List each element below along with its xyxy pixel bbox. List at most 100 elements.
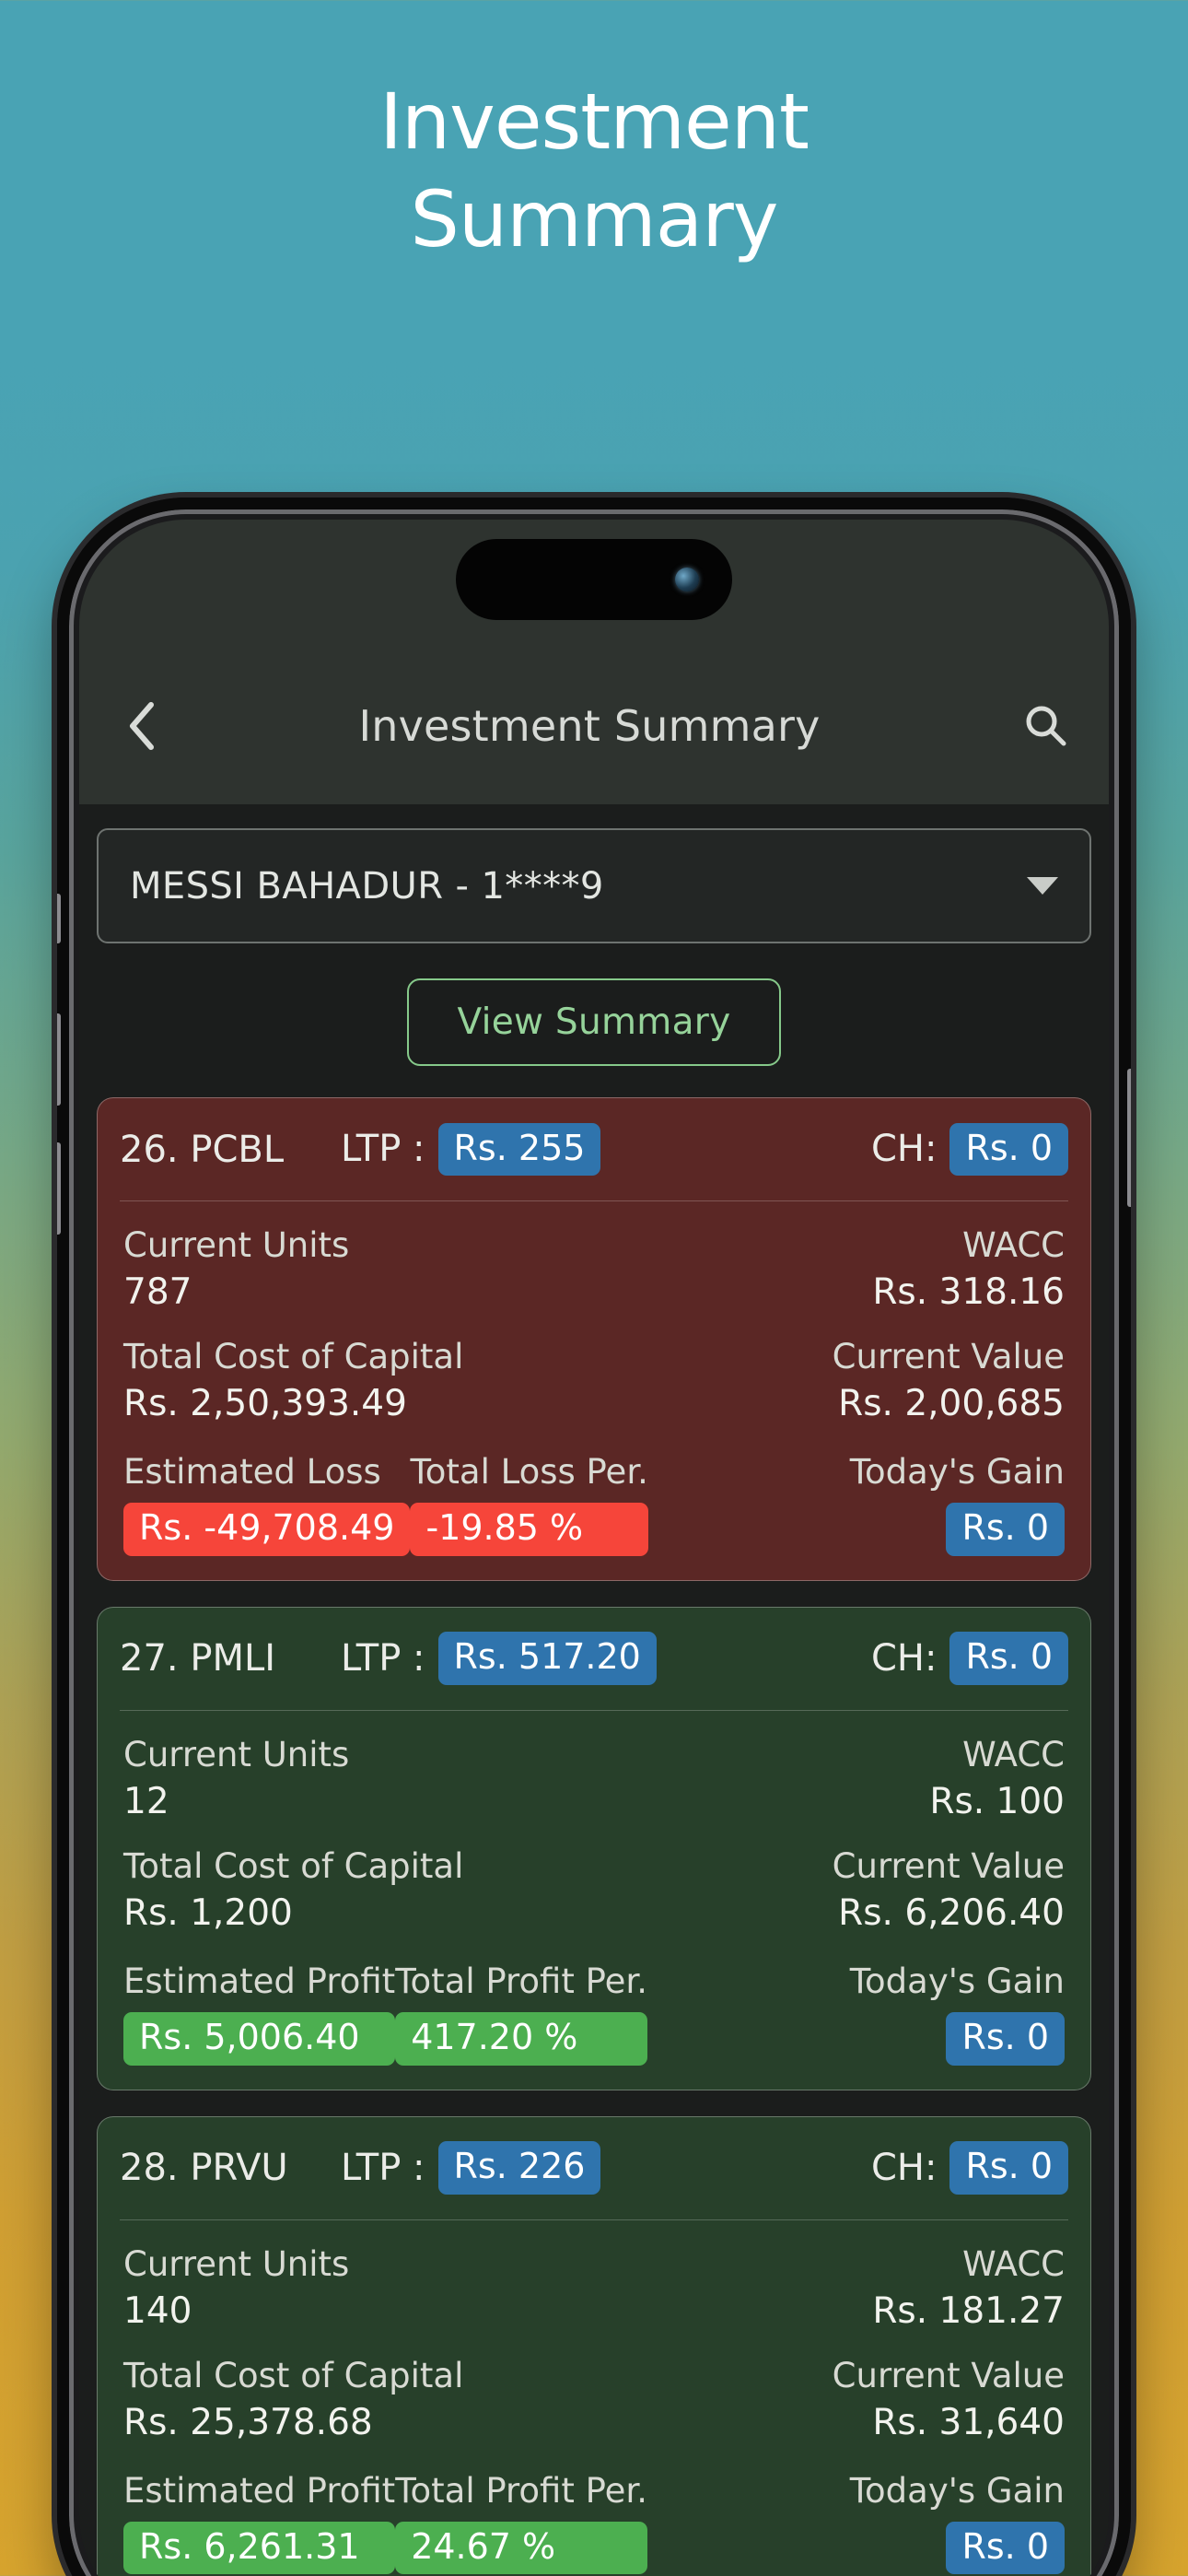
current-units-cell: Current Units 787 [123,1225,349,1313]
cost-value-row: Total Cost of Capital Rs. 25,378.68 Curr… [123,2356,1065,2443]
holding-symbol: 28. PRVU [120,2147,288,2190]
holding-card[interactable]: 27. PMLI LTP : Rs. 517.20 CH: Rs. 0 Curr… [97,1606,1091,2090]
ch-label: CH: [870,2147,938,2190]
wacc-cell: WACC Rs. 181.27 [872,2244,1065,2332]
current-units-cell: Current Units 140 [123,2244,349,2332]
volume-up-button[interactable] [57,1013,61,1106]
pl-label: Estimated Loss [123,1452,381,1492]
wacc-value: Rs. 181.27 [872,2289,1065,2332]
ltp-group: LTP : Rs. 226 [341,2141,871,2195]
pl-badge: Rs. 6,261.31 [123,2521,396,2575]
wacc-cell: WACC Rs. 318.16 [872,1225,1065,1313]
app-bar: Investment Summary [69,648,1119,804]
phone-screen: Investment Summary MESSI BAHADUR - 1****… [69,509,1119,2576]
pl-row: Estimated Profit Rs. 6,261.31 Total Prof… [123,2471,1065,2575]
pl-percent-label: Total Profit Per. [395,1961,647,2001]
wacc-value: Rs. 100 [929,1780,1065,1822]
current-units-label: Current Units [123,1225,350,1265]
chevron-down-icon [1027,877,1058,895]
current-value-label: Current Value [832,2355,1065,2395]
pl-badge: Rs. 5,006.40 [123,2011,396,2066]
view-summary-button[interactable]: View Summary [407,978,781,1066]
promo-heading-line-2: Summary [410,174,779,264]
power-button[interactable] [1127,1069,1131,1207]
pl-cell: Estimated Profit Rs. 6,261.31 [123,2471,396,2575]
holding-card-header: 26. PCBL LTP : Rs. 255 CH: Rs. 0 [120,1098,1068,1201]
total-cost-label: Total Cost of Capital [123,1337,464,1376]
ltp-group: LTP : Rs. 255 [341,1122,871,1177]
holding-symbol: 26. PCBL [120,1128,285,1171]
total-cost-value: Rs. 1,200 [123,1891,293,1934]
pl-row: Estimated Profit Rs. 5,006.40 Total Prof… [123,1961,1065,2066]
current-units-value: 12 [123,1780,169,1822]
total-cost-value: Rs. 2,50,393.49 [123,1383,407,1424]
units-wacc-row: Current Units 140 WACC Rs. 181.27 [123,2244,1065,2332]
page-title: Investment Summary [358,701,821,751]
volume-down-button[interactable] [57,1142,61,1235]
pl-label: Estimated Profit [123,1961,396,2001]
todays-gain-label: Today's Gain [849,2470,1065,2511]
ch-label: CH: [870,1128,938,1171]
app-content: MESSI BAHADUR - 1****9 View Summary 26. … [69,804,1119,2576]
front-camera-icon [675,568,699,591]
ch-label: CH: [870,1637,938,1680]
wacc-label: WACC [962,2243,1065,2284]
wacc-label: WACC [962,1225,1065,1265]
pl-percent-label: Total Profit Per. [395,2470,647,2511]
current-value-label: Current Value [832,1845,1065,1886]
cost-value-row: Total Cost of Capital Rs. 1,200 Current … [123,1846,1065,1934]
current-units-label: Current Units [123,2243,350,2284]
pl-percent-badge: 24.67 % [395,2521,647,2575]
todays-gain-cell: Today's Gain Rs. 0 [850,1452,1065,1556]
account-select[interactable]: MESSI BAHADUR - 1****9 [97,828,1091,943]
holdings-list: 26. PCBL LTP : Rs. 255 CH: Rs. 0 Current… [97,1097,1091,2576]
todays-gain-label: Today's Gain [849,1961,1065,2001]
pl-percent-badge: -19.85 % [410,1503,648,1556]
ltp-label: LTP : [341,1637,425,1680]
search-icon [1026,706,1066,746]
ch-badge: Rs. 0 [949,1122,1068,1177]
ltp-group: LTP : Rs. 517.20 [341,1632,871,1686]
total-cost-value: Rs. 25,378.68 [123,2401,373,2443]
todays-gain-label: Today's Gain [849,1452,1065,1492]
units-wacc-row: Current Units 12 WACC Rs. 100 [123,1735,1065,1822]
current-value-value: Rs. 6,206.40 [838,1891,1065,1934]
ch-badge: Rs. 0 [949,1632,1068,1686]
current-value-label: Current Value [832,1337,1065,1376]
todays-gain-cell: Today's Gain Rs. 0 [850,1961,1065,2066]
pl-percent-cell: Total Profit Per. 417.20 % [395,1961,647,2066]
account-select-value: MESSI BAHADUR - 1****9 [130,864,604,907]
todays-gain-cell: Today's Gain Rs. 0 [850,2471,1065,2575]
current-value-cell: Current Value Rs. 6,206.40 [833,1846,1065,1934]
ltp-badge: Rs. 255 [437,1122,601,1177]
ltp-badge: Rs. 226 [437,2141,601,2195]
phone-mockup: Investment Summary MESSI BAHADUR - 1****… [57,498,1131,2576]
ch-group: CH: Rs. 0 [870,1122,1068,1177]
pl-percent-label: Total Loss Per. [410,1452,648,1492]
ch-badge: Rs. 0 [949,2141,1068,2195]
pl-percent-cell: Total Loss Per. -19.85 % [410,1452,648,1556]
holding-card[interactable]: 26. PCBL LTP : Rs. 255 CH: Rs. 0 Current… [97,1097,1091,1581]
todays-gain-badge: Rs. 0 [946,1503,1065,1556]
status-bar [69,509,1119,648]
ltp-badge: Rs. 517.20 [437,1632,657,1686]
todays-gain-badge: Rs. 0 [946,2521,1065,2575]
current-units-label: Current Units [123,1734,350,1774]
pl-row: Estimated Loss Rs. -49,708.49 Total Loss… [123,1452,1065,1556]
silent-switch[interactable] [57,894,61,943]
current-value-value: Rs. 2,00,685 [838,1383,1065,1424]
holding-card-header: 27. PMLI LTP : Rs. 517.20 CH: Rs. 0 [120,1608,1068,1711]
promo-heading-line-1: Investment [379,76,809,167]
current-units-value: 140 [123,2289,192,2332]
wacc-label: WACC [962,1734,1065,1774]
pl-cell: Estimated Loss Rs. -49,708.49 [123,1452,411,1556]
search-button[interactable] [1014,694,1078,758]
todays-gain-badge: Rs. 0 [946,2011,1065,2066]
units-wacc-row: Current Units 787 WACC Rs. 318.16 [123,1225,1065,1313]
wacc-value: Rs. 318.16 [872,1271,1065,1313]
pl-percent-badge: 417.20 % [395,2011,647,2066]
holding-card[interactable]: 28. PRVU LTP : Rs. 226 CH: Rs. 0 Current… [97,2115,1091,2576]
current-value-cell: Current Value Rs. 2,00,685 [833,1337,1065,1424]
wacc-cell: WACC Rs. 100 [929,1735,1065,1822]
cost-value-row: Total Cost of Capital Rs. 2,50,393.49 Cu… [123,1337,1065,1424]
